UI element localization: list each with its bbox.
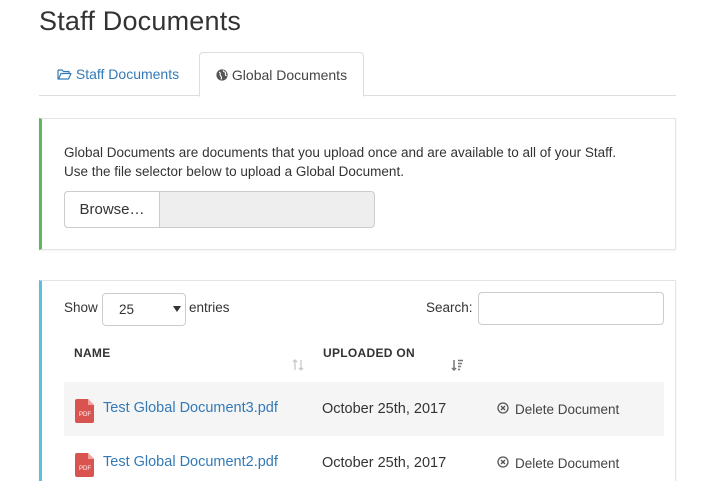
globe-icon: [216, 68, 228, 81]
entries-per-page-value: 25: [119, 302, 135, 317]
documents-table-panel: Show 25 entries Search: NAME UPLOADED ON…: [39, 280, 676, 481]
search-label: Search:: [426, 300, 473, 315]
chevron-down-icon: [173, 306, 181, 312]
sort-descending-icon[interactable]: [451, 358, 464, 376]
tab-bar: Staff Documents Global Documents: [39, 52, 676, 97]
column-header-name[interactable]: NAME: [74, 346, 111, 360]
tab-global-documents-label: Global Documents: [231, 66, 348, 83]
page-title: Staff Documents: [39, 6, 242, 36]
tab-staff-documents[interactable]: Staff Documents: [39, 52, 197, 96]
table-row: PDF Test Global Document2.pdf October 25…: [64, 436, 664, 481]
sort-both-icon[interactable]: [292, 358, 304, 376]
folder-open-icon: [57, 68, 72, 80]
search-input[interactable]: [478, 292, 664, 325]
file-selector[interactable]: Browse…: [64, 191, 375, 228]
upload-description: Global Documents are documents that you …: [64, 143, 664, 181]
tab-global-documents[interactable]: Global Documents: [199, 52, 364, 97]
show-label: Show: [64, 300, 98, 315]
pdf-file-icon: PDF: [75, 453, 95, 481]
uploaded-date: October 25th, 2017: [322, 401, 447, 417]
delete-document-label: Delete Document: [515, 456, 620, 471]
delete-document-button[interactable]: Delete Document: [497, 456, 619, 471]
tab-staff-documents-label: Staff Documents: [75, 66, 180, 82]
document-link[interactable]: Test Global Document2.pdf: [103, 454, 278, 470]
column-header-uploaded-on[interactable]: UPLOADED ON: [323, 346, 415, 360]
pdf-badge-text: PDF: [79, 412, 91, 418]
uploaded-date: October 25th, 2017: [322, 455, 447, 471]
browse-button[interactable]: Browse…: [64, 191, 160, 228]
pdf-badge-text: PDF: [79, 466, 91, 472]
pdf-file-icon: PDF: [75, 399, 95, 428]
table-row: PDF Test Global Document3.pdf October 25…: [64, 382, 664, 436]
upload-description-line2: Use the file selector below to upload a …: [64, 164, 404, 179]
upload-panel: Global Documents are documents that you …: [39, 118, 676, 250]
delete-document-button[interactable]: Delete Document: [497, 402, 619, 417]
upload-description-line1: Global Documents are documents that you …: [64, 145, 617, 160]
remove-circle-icon: [497, 402, 509, 417]
entries-per-page-select[interactable]: 25: [102, 293, 186, 326]
entries-label: entries: [189, 300, 230, 315]
remove-circle-icon: [497, 456, 509, 471]
document-link[interactable]: Test Global Document3.pdf: [103, 400, 278, 416]
delete-document-label: Delete Document: [515, 402, 620, 417]
